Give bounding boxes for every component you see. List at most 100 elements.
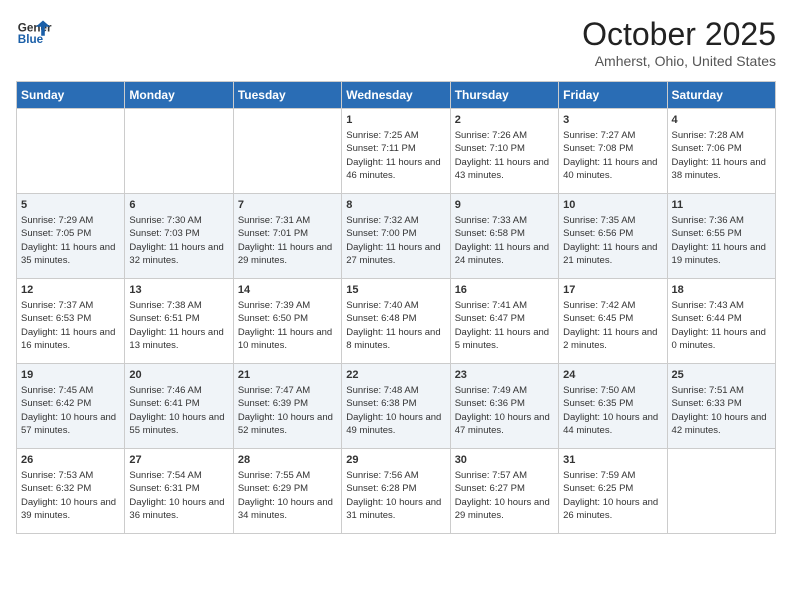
day-number: 11 — [672, 199, 771, 211]
day-number: 6 — [129, 199, 228, 211]
day-info: Sunrise: 7:28 AM Sunset: 7:06 PM Dayligh… — [672, 129, 771, 182]
day-number: 4 — [672, 114, 771, 126]
day-number: 24 — [563, 369, 662, 381]
col-header-friday: Friday — [559, 82, 667, 109]
calendar-week-row: 1 Sunrise: 7:25 AM Sunset: 7:11 PM Daylig… — [17, 109, 776, 194]
calendar-cell: 13 Sunrise: 7:38 AM Sunset: 6:51 PM Dayli… — [125, 279, 233, 364]
calendar-cell — [17, 109, 125, 194]
calendar-cell: 1 Sunrise: 7:25 AM Sunset: 7:11 PM Daylig… — [342, 109, 450, 194]
day-info: Sunrise: 7:45 AM Sunset: 6:42 PM Dayligh… — [21, 384, 120, 437]
title-block: October 2025 Amherst, Ohio, United State… — [582, 16, 776, 69]
day-info: Sunrise: 7:31 AM Sunset: 7:01 PM Dayligh… — [238, 214, 337, 267]
day-info: Sunrise: 7:40 AM Sunset: 6:48 PM Dayligh… — [346, 299, 445, 352]
day-info: Sunrise: 7:32 AM Sunset: 7:00 PM Dayligh… — [346, 214, 445, 267]
day-number: 25 — [672, 369, 771, 381]
day-info: Sunrise: 7:51 AM Sunset: 6:33 PM Dayligh… — [672, 384, 771, 437]
day-number: 1 — [346, 114, 445, 126]
calendar-cell: 8 Sunrise: 7:32 AM Sunset: 7:00 PM Daylig… — [342, 194, 450, 279]
calendar-table: SundayMondayTuesdayWednesdayThursdayFrid… — [16, 81, 776, 534]
calendar-cell: 27Sunrise: 7:54 AM Sunset: 6:31 PM Dayli… — [125, 449, 233, 534]
calendar-week-row: 26Sunrise: 7:53 AM Sunset: 6:32 PM Dayli… — [17, 449, 776, 534]
logo-icon: General Blue — [16, 16, 52, 52]
day-number: 8 — [346, 199, 445, 211]
calendar-week-row: 19Sunrise: 7:45 AM Sunset: 6:42 PM Dayli… — [17, 364, 776, 449]
calendar-cell: 26Sunrise: 7:53 AM Sunset: 6:32 PM Dayli… — [17, 449, 125, 534]
calendar-cell: 6 Sunrise: 7:30 AM Sunset: 7:03 PM Daylig… — [125, 194, 233, 279]
day-info: Sunrise: 7:56 AM Sunset: 6:28 PM Dayligh… — [346, 469, 445, 522]
calendar-cell: 30Sunrise: 7:57 AM Sunset: 6:27 PM Dayli… — [450, 449, 558, 534]
day-info: Sunrise: 7:49 AM Sunset: 6:36 PM Dayligh… — [455, 384, 554, 437]
day-info: Sunrise: 7:46 AM Sunset: 6:41 PM Dayligh… — [129, 384, 228, 437]
day-info: Sunrise: 7:59 AM Sunset: 6:25 PM Dayligh… — [563, 469, 662, 522]
day-number: 18 — [672, 284, 771, 296]
calendar-cell: 18 Sunrise: 7:43 AM Sunset: 6:44 PM Dayli… — [667, 279, 775, 364]
day-number: 16 — [455, 284, 554, 296]
day-number: 27 — [129, 454, 228, 466]
calendar-cell: 9Sunrise: 7:33 AM Sunset: 6:58 PM Daylig… — [450, 194, 558, 279]
calendar-cell: 29 Sunrise: 7:56 AM Sunset: 6:28 PM Dayli… — [342, 449, 450, 534]
day-number: 5 — [21, 199, 120, 211]
calendar-cell: 20 Sunrise: 7:46 AM Sunset: 6:41 PM Dayli… — [125, 364, 233, 449]
calendar-cell: 17 Sunrise: 7:42 AM Sunset: 6:45 PM Dayli… — [559, 279, 667, 364]
day-number: 3 — [563, 114, 662, 126]
day-info: Sunrise: 7:39 AM Sunset: 6:50 PM Dayligh… — [238, 299, 337, 352]
col-header-tuesday: Tuesday — [233, 82, 341, 109]
day-info: Sunrise: 7:33 AM Sunset: 6:58 PM Dayligh… — [455, 214, 554, 267]
day-info: Sunrise: 7:53 AM Sunset: 6:32 PM Dayligh… — [21, 469, 120, 522]
day-number: 2 — [455, 114, 554, 126]
day-info: Sunrise: 7:35 AM Sunset: 6:56 PM Dayligh… — [563, 214, 662, 267]
day-info: Sunrise: 7:48 AM Sunset: 6:38 PM Dayligh… — [346, 384, 445, 437]
day-number: 31 — [563, 454, 662, 466]
day-info: Sunrise: 7:37 AM Sunset: 6:53 PM Dayligh… — [21, 299, 120, 352]
calendar-cell — [233, 109, 341, 194]
day-info: Sunrise: 7:25 AM Sunset: 7:11 PM Dayligh… — [346, 129, 445, 182]
page-header: General Blue October 2025 Amherst, Ohio,… — [16, 16, 776, 69]
svg-text:Blue: Blue — [18, 33, 44, 46]
day-info: Sunrise: 7:41 AM Sunset: 6:47 PM Dayligh… — [455, 299, 554, 352]
day-number: 28 — [238, 454, 337, 466]
calendar-header-row: SundayMondayTuesdayWednesdayThursdayFrid… — [17, 82, 776, 109]
calendar-cell: 2Sunrise: 7:26 AM Sunset: 7:10 PM Daylig… — [450, 109, 558, 194]
day-number: 15 — [346, 284, 445, 296]
day-number: 21 — [238, 369, 337, 381]
logo: General Blue — [16, 16, 52, 52]
day-info: Sunrise: 7:36 AM Sunset: 6:55 PM Dayligh… — [672, 214, 771, 267]
day-number: 23 — [455, 369, 554, 381]
col-header-thursday: Thursday — [450, 82, 558, 109]
day-info: Sunrise: 7:43 AM Sunset: 6:44 PM Dayligh… — [672, 299, 771, 352]
col-header-monday: Monday — [125, 82, 233, 109]
calendar-cell: 4 Sunrise: 7:28 AM Sunset: 7:06 PM Daylig… — [667, 109, 775, 194]
day-number: 7 — [238, 199, 337, 211]
month-title: October 2025 — [582, 16, 776, 53]
day-number: 13 — [129, 284, 228, 296]
day-info: Sunrise: 7:42 AM Sunset: 6:45 PM Dayligh… — [563, 299, 662, 352]
calendar-cell: 31 Sunrise: 7:59 AM Sunset: 6:25 PM Dayli… — [559, 449, 667, 534]
day-info: Sunrise: 7:38 AM Sunset: 6:51 PM Dayligh… — [129, 299, 228, 352]
calendar-cell: 28 Sunrise: 7:55 AM Sunset: 6:29 PM Dayli… — [233, 449, 341, 534]
day-number: 30 — [455, 454, 554, 466]
calendar-cell: 25 Sunrise: 7:51 AM Sunset: 6:33 PM Dayli… — [667, 364, 775, 449]
calendar-cell: 14Sunrise: 7:39 AM Sunset: 6:50 PM Dayli… — [233, 279, 341, 364]
calendar-cell: 15 Sunrise: 7:40 AM Sunset: 6:48 PM Dayli… — [342, 279, 450, 364]
calendar-cell — [125, 109, 233, 194]
day-info: Sunrise: 7:30 AM Sunset: 7:03 PM Dayligh… — [129, 214, 228, 267]
day-number: 29 — [346, 454, 445, 466]
col-header-sunday: Sunday — [17, 82, 125, 109]
calendar-cell: 23 Sunrise: 7:49 AM Sunset: 6:36 PM Dayli… — [450, 364, 558, 449]
col-header-wednesday: Wednesday — [342, 82, 450, 109]
day-info: Sunrise: 7:50 AM Sunset: 6:35 PM Dayligh… — [563, 384, 662, 437]
day-info: Sunrise: 7:27 AM Sunset: 7:08 PM Dayligh… — [563, 129, 662, 182]
calendar-cell: 7 Sunrise: 7:31 AM Sunset: 7:01 PM Daylig… — [233, 194, 341, 279]
day-info: Sunrise: 7:55 AM Sunset: 6:29 PM Dayligh… — [238, 469, 337, 522]
day-number: 22 — [346, 369, 445, 381]
calendar-cell: 10Sunrise: 7:35 AM Sunset: 6:56 PM Dayli… — [559, 194, 667, 279]
calendar-cell: 22 Sunrise: 7:48 AM Sunset: 6:38 PM Dayli… — [342, 364, 450, 449]
calendar-cell: 11 Sunrise: 7:36 AM Sunset: 6:55 PM Dayli… — [667, 194, 775, 279]
calendar-cell: 21Sunrise: 7:47 AM Sunset: 6:39 PM Dayli… — [233, 364, 341, 449]
calendar-cell: 3 Sunrise: 7:27 AM Sunset: 7:08 PM Daylig… — [559, 109, 667, 194]
calendar-cell — [667, 449, 775, 534]
day-number: 20 — [129, 369, 228, 381]
calendar-cell: 5Sunrise: 7:29 AM Sunset: 7:05 PM Daylig… — [17, 194, 125, 279]
day-number: 17 — [563, 284, 662, 296]
calendar-cell: 12Sunrise: 7:37 AM Sunset: 6:53 PM Dayli… — [17, 279, 125, 364]
